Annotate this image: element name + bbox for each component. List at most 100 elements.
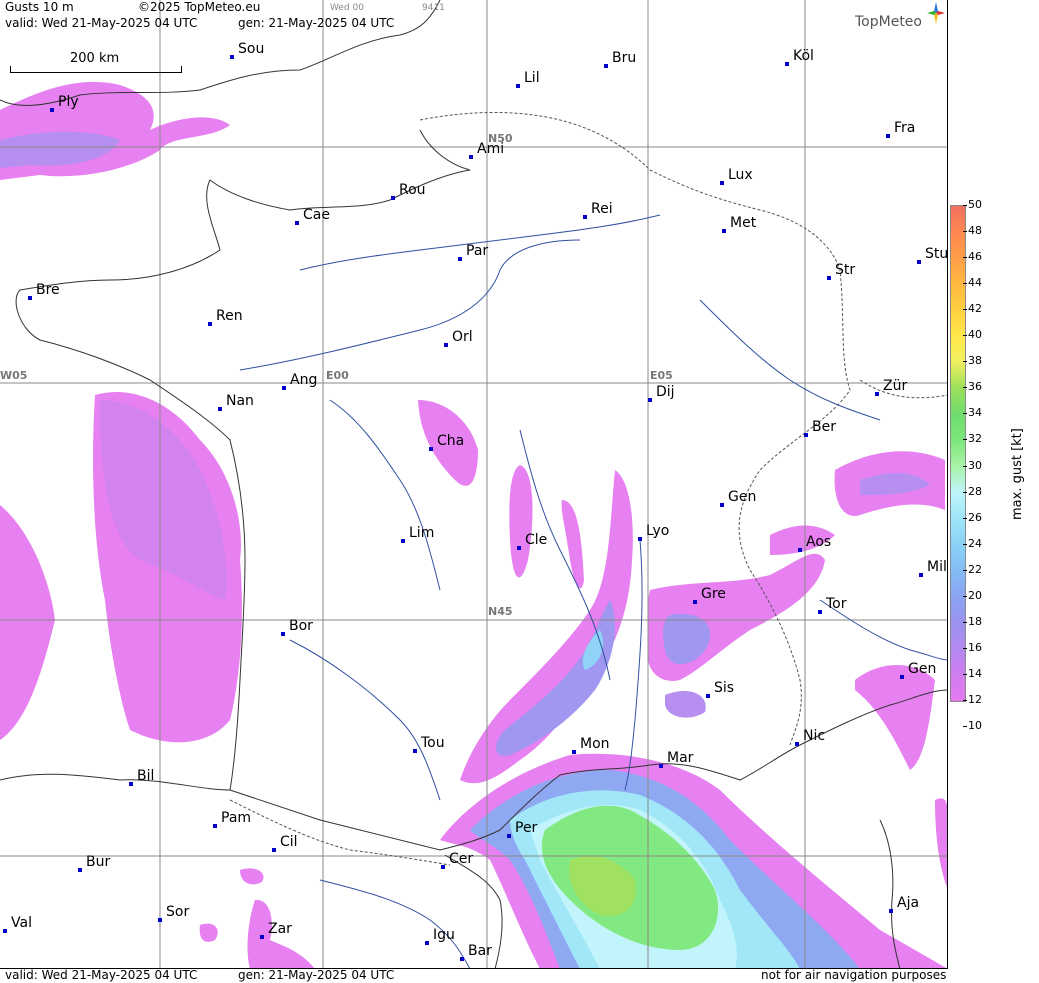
city-dot xyxy=(818,610,822,614)
legend-tick-mark xyxy=(963,439,967,441)
generated-time: gen: 21-May-2025 04 UTC xyxy=(238,16,395,30)
city-label: Lux xyxy=(728,167,753,183)
city-dot xyxy=(158,918,162,922)
city-dot xyxy=(401,539,405,543)
city-label: Cil xyxy=(280,834,298,850)
gust-area-cle xyxy=(509,465,533,578)
legend-tick-mark xyxy=(963,465,967,467)
legend-tick-label: 16 xyxy=(968,640,982,654)
legend-tick-mark xyxy=(963,205,967,206)
city-label: Met xyxy=(730,215,757,231)
legend-tick-label: 18 xyxy=(968,614,982,628)
city-dot xyxy=(441,865,445,869)
city-dot xyxy=(798,548,802,552)
city-label: Mar xyxy=(667,750,694,766)
city-label: Str xyxy=(835,262,856,278)
footer-disclaimer: not for air navigation purposes xyxy=(761,968,947,982)
gust-area-sis xyxy=(665,691,706,718)
day-code: Wed 00 xyxy=(330,3,364,13)
city-label: Cle xyxy=(525,532,548,548)
city-label: Mil xyxy=(927,559,947,575)
legend-tick-mark xyxy=(963,413,967,415)
city-dot xyxy=(391,196,395,200)
city-label: Ajа xyxy=(897,895,920,911)
city-dot xyxy=(604,64,608,68)
gust-area-genova xyxy=(855,665,935,770)
city-label: Köl xyxy=(793,48,814,64)
city-dot xyxy=(458,257,462,261)
legend-tick-label: 40 xyxy=(968,328,982,342)
legend-tick-mark xyxy=(963,543,967,545)
city-label: Rou xyxy=(399,182,426,198)
gust-area-corsica-e xyxy=(935,798,947,888)
city-dot xyxy=(3,929,7,933)
city-label: Gre xyxy=(701,586,726,602)
city-dot xyxy=(516,84,520,88)
legend-tick-label: 12 xyxy=(968,693,982,706)
city-dot xyxy=(517,546,521,550)
city-label: Lyo xyxy=(646,523,670,539)
city-label: Ren xyxy=(216,308,243,324)
city-dot xyxy=(28,296,32,300)
city-label: Tou xyxy=(421,735,445,751)
city-dot xyxy=(572,750,576,754)
legend-tick-label: 10 xyxy=(968,719,982,733)
grid-label-n45: N45 xyxy=(488,605,513,618)
grid-label-w05: W05 xyxy=(0,369,28,382)
city-dot xyxy=(706,694,710,698)
city-dot xyxy=(720,503,724,507)
map-area[interactable]: N50 N45 W05 E00 E05 200 km Sou Ply Bru Köl L… xyxy=(0,0,948,969)
city-label: Ami xyxy=(477,141,505,157)
city-dot xyxy=(659,764,663,768)
legend-tick-label: 38 xyxy=(968,354,982,368)
legend-tick-label: 32 xyxy=(968,432,982,446)
city-dot xyxy=(507,834,511,838)
city-label: Bur xyxy=(86,854,111,870)
city-label: Rei xyxy=(591,201,613,217)
scale-bar-label: 200 km xyxy=(70,51,120,66)
city-dot xyxy=(460,957,464,961)
city-dot xyxy=(282,386,286,390)
legend-title: max. gust [kt] xyxy=(1010,428,1025,520)
city-label: Nic xyxy=(803,728,826,744)
valid-time: valid: Wed 21-May-2025 04 UTC xyxy=(5,16,198,30)
legend-tick-label: 28 xyxy=(968,484,982,498)
legend-tick-label: 50 xyxy=(968,198,982,211)
legend-tick-label: 26 xyxy=(968,510,982,524)
topmeteo-logo: TopMeteo xyxy=(855,2,945,30)
city-dot xyxy=(469,155,473,159)
city-label: Par xyxy=(466,243,489,259)
city-label: Ply xyxy=(58,94,79,110)
city-dot xyxy=(785,62,789,66)
city-label: Bre xyxy=(36,282,60,298)
run-code: 9411 xyxy=(422,3,445,13)
city-dot xyxy=(281,632,285,636)
gust-area-sor xyxy=(199,923,218,942)
legend-tick-mark xyxy=(963,673,967,675)
city-dot xyxy=(444,343,448,347)
legend-tick-label: 44 xyxy=(968,276,982,290)
legend-tick-mark xyxy=(963,569,967,571)
legend-tick-mark xyxy=(963,700,967,701)
city-label: Sor xyxy=(166,904,190,920)
legend-tick-mark xyxy=(963,257,967,259)
legend-tick-label: 48 xyxy=(968,224,982,238)
city-dot xyxy=(272,848,276,852)
city-label: Cae xyxy=(303,207,330,223)
city-dot xyxy=(919,573,923,577)
city-dot xyxy=(900,675,904,679)
legend-tick-label: 36 xyxy=(968,380,982,394)
city-label: Sis xyxy=(714,680,735,696)
city-dot xyxy=(50,108,54,112)
gust-area-pam xyxy=(240,868,264,885)
city-dot xyxy=(213,824,217,828)
city-dot xyxy=(648,398,652,402)
city-label: Ang xyxy=(290,372,318,388)
legend-tick-mark xyxy=(963,361,967,363)
city-label: Gen xyxy=(728,489,757,505)
grid-label-e05: E05 xyxy=(650,369,673,382)
city-label: Lim xyxy=(409,525,435,541)
city-dot xyxy=(295,221,299,225)
legend-tick-label: 20 xyxy=(968,588,982,602)
legend-tick-mark xyxy=(963,309,967,311)
